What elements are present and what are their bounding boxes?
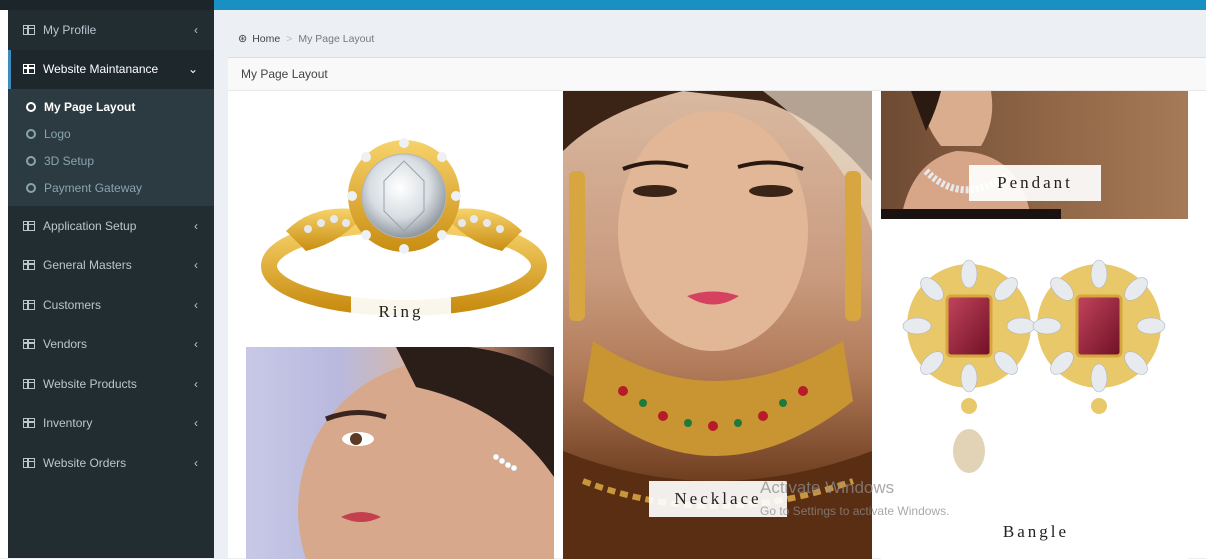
windows-activation-watermark: Activate Windows bbox=[760, 478, 895, 497]
sidebar: My Profile ‹ Website Maintanance ⌄ My Pa… bbox=[8, 10, 214, 558]
table-icon bbox=[23, 260, 35, 271]
top-accent-bar-left bbox=[0, 0, 214, 10]
breadcrumb-current: My Page Layout bbox=[298, 32, 375, 45]
circle-icon bbox=[26, 182, 36, 193]
pendant-tile[interactable]: Pendant bbox=[881, 91, 1188, 219]
jewellery-gallery: Ring Necklace Pendant Bangle bbox=[228, 91, 1206, 559]
sidebar-item-customers[interactable]: Customers ‹ bbox=[8, 285, 214, 325]
chevron-left-icon: ‹ bbox=[194, 258, 198, 273]
chevron-down-icon: ⌄ bbox=[187, 62, 198, 77]
earring-portrait-tile[interactable] bbox=[246, 347, 554, 559]
breadcrumb-separator: > bbox=[286, 32, 293, 45]
chevron-left-icon: ‹ bbox=[194, 218, 198, 233]
chevron-left-icon: ‹ bbox=[194, 337, 198, 352]
circle-icon bbox=[26, 128, 36, 139]
chevron-left-icon: ‹ bbox=[194, 376, 198, 391]
breadcrumb-home-link[interactable]: Home bbox=[252, 33, 280, 45]
chevron-left-icon: ‹ bbox=[194, 297, 198, 312]
sidebar-item-website-products[interactable]: Website Products ‹ bbox=[8, 364, 214, 404]
table-icon bbox=[23, 378, 35, 389]
circle-icon bbox=[26, 101, 36, 112]
chevron-left-icon: ‹ bbox=[194, 455, 198, 470]
submenu-item-logo[interactable]: Logo bbox=[8, 120, 214, 147]
sidebar-item-label: General Masters bbox=[43, 258, 132, 273]
table-icon bbox=[23, 299, 35, 310]
submenu-item-payment-gateway[interactable]: Payment Gateway bbox=[8, 174, 214, 201]
breadcrumb: ⊛ Home > My Page Layout bbox=[238, 32, 375, 46]
table-icon bbox=[23, 220, 35, 231]
chevron-left-icon: ‹ bbox=[194, 416, 198, 431]
sidebar-item-vendors[interactable]: Vendors ‹ bbox=[8, 325, 214, 365]
table-icon bbox=[23, 64, 35, 75]
bangle-label: Bangle bbox=[976, 515, 1096, 549]
sidebar-item-general-masters[interactable]: General Masters ‹ bbox=[8, 246, 214, 286]
ring-tile[interactable]: Ring bbox=[246, 101, 564, 341]
sidebar-item-label: Vendors bbox=[43, 337, 88, 352]
sidebar-item-label: My Profile bbox=[43, 22, 97, 37]
sidebar-item-label: Inventory bbox=[43, 416, 93, 431]
sidebar-item-my-profile[interactable]: My Profile ‹ bbox=[8, 10, 214, 50]
submenu-item-3d-setup[interactable]: 3D Setup bbox=[8, 147, 214, 174]
sidebar-item-label: Website Orders bbox=[43, 455, 127, 470]
sidebar-item-inventory[interactable]: Inventory ‹ bbox=[8, 404, 214, 444]
submenu-item-label: Payment Gateway bbox=[44, 180, 143, 195]
sidebar-item-website-maintanance[interactable]: Website Maintanance ⌄ bbox=[8, 49, 214, 89]
sidebar-gutter bbox=[0, 10, 8, 558]
windows-activation-hint: Go to Settings to activate Windows. bbox=[760, 504, 950, 518]
page-layout-box: My Page Layout Ring Necklace Pendant Ban… bbox=[228, 57, 1206, 559]
sidebar-item-label: Customers bbox=[43, 297, 102, 312]
submenu-item-label: My Page Layout bbox=[44, 99, 136, 114]
chevron-left-icon: ‹ bbox=[194, 22, 198, 37]
dashboard-icon: ⊛ bbox=[238, 33, 248, 45]
table-icon bbox=[23, 339, 35, 350]
box-title: My Page Layout bbox=[228, 58, 1206, 91]
table-icon bbox=[23, 418, 35, 429]
sidebar-item-label: Application Setup bbox=[43, 218, 137, 233]
submenu-item-my-page-layout[interactable]: My Page Layout bbox=[8, 93, 214, 120]
submenu-item-label: Logo bbox=[44, 126, 71, 141]
sidebar-item-label: Website Products bbox=[43, 376, 137, 391]
table-icon bbox=[23, 24, 35, 35]
sidebar-item-label: Website Maintanance bbox=[43, 62, 159, 77]
submenu-website-maintanance: My Page Layout Logo 3D Setup Payment Gat… bbox=[8, 89, 214, 206]
sidebar-item-application-setup[interactable]: Application Setup ‹ bbox=[8, 206, 214, 246]
circle-icon bbox=[26, 155, 36, 166]
earring-portrait-image bbox=[298, 347, 554, 559]
pendant-label: Pendant bbox=[969, 165, 1101, 201]
sidebar-item-website-orders[interactable]: Website Orders ‹ bbox=[8, 443, 214, 483]
table-icon bbox=[23, 457, 35, 468]
submenu-item-label: 3D Setup bbox=[44, 153, 95, 168]
ring-label: Ring bbox=[351, 293, 451, 331]
content-area: ⊛ Home > My Page Layout My Page Layout R… bbox=[214, 10, 1206, 559]
